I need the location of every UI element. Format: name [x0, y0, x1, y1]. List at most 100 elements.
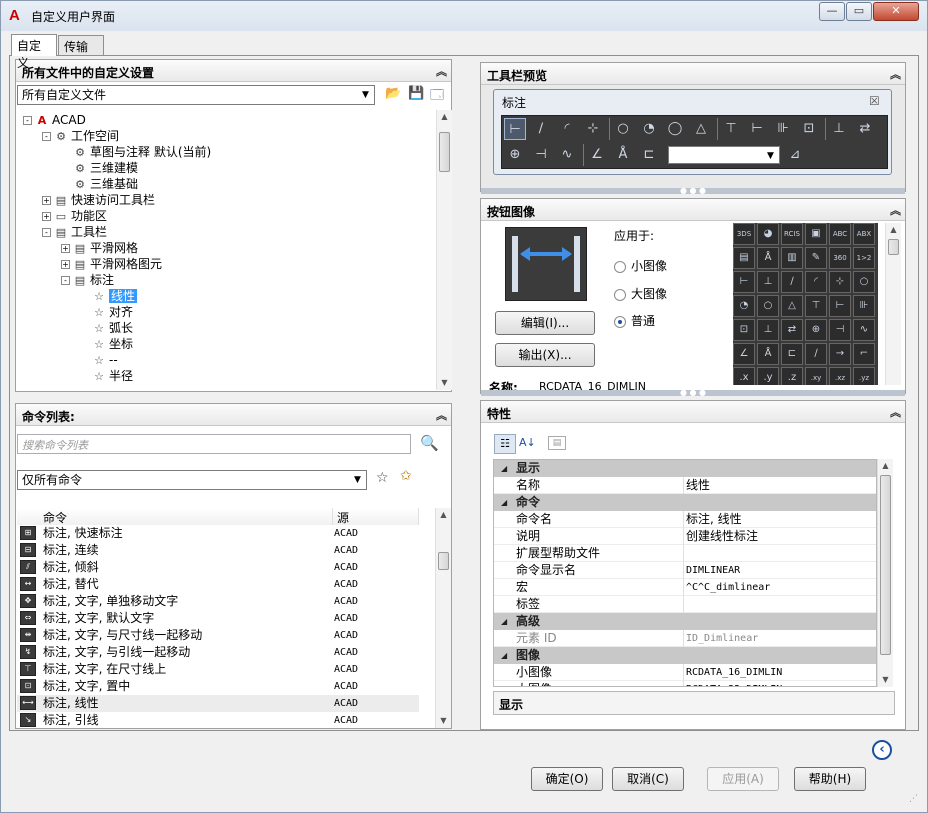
property-category[interactable]: ◢ 图像 [494, 647, 876, 664]
image-thumbnail-icon[interactable]: 1>2 [853, 247, 875, 269]
save-icon[interactable]: 💾 [408, 86, 424, 101]
scroll-up-arrow-icon[interactable]: ▲ [878, 459, 893, 473]
command-row[interactable]: ⇔ 标注, 文字, 默认文字 ACAD [17, 610, 419, 627]
toolbar-tool-icon[interactable]: ⇄ [854, 118, 876, 140]
image-thumbnail-icon[interactable]: ◜ [805, 271, 827, 293]
image-thumbnail-icon[interactable]: Å [757, 343, 779, 365]
property-row[interactable]: 标签 [494, 596, 876, 613]
image-thumbnail-icon[interactable]: ▤ [733, 247, 755, 269]
tree-item[interactable]: ☆ 半径 [80, 368, 133, 382]
image-thumbnail-icon[interactable]: ⊥ [757, 319, 779, 341]
new-command-icon[interactable]: ✩ [400, 468, 412, 484]
property-scrollbar[interactable]: ▲ ▼ [877, 459, 893, 687]
property-pages-icon[interactable]: ▤ [548, 436, 566, 450]
image-thumbnail-icon[interactable]: .y [757, 367, 779, 385]
expand-node-icon[interactable]: + [42, 212, 51, 221]
tree-item[interactable]: ⚙ 三维基础 [61, 176, 138, 192]
property-value[interactable]: RCDATA_16_DIMLIN [683, 664, 876, 681]
command-scrollbar[interactable]: ▲ ▼ [435, 508, 451, 728]
property-row[interactable]: 扩展型帮助文件 [494, 545, 876, 562]
image-thumbnail-icon[interactable]: ⊥ [757, 271, 779, 293]
command-row[interactable]: ↔ 标注, 替代 ACAD [17, 576, 419, 593]
customization-file-select[interactable]: 所有自定义文件 ▼ [17, 85, 375, 105]
image-thumbnail-icon[interactable]: ○ [757, 295, 779, 317]
property-value[interactable] [683, 545, 876, 562]
tab-customize[interactable]: 自定义 [11, 34, 57, 70]
large-image-radio[interactable]: 大图像 [614, 285, 667, 302]
tab-transfer[interactable]: 传输 [58, 35, 104, 55]
scroll-up-arrow-icon[interactable]: ▲ [886, 223, 901, 237]
toolbar-tool-icon[interactable]: ⊏ [638, 144, 660, 166]
dim-style-icon[interactable]: ⊿ [784, 144, 806, 166]
expand-node-icon[interactable]: + [42, 196, 51, 205]
property-row[interactable]: 小图像 RCDATA_16_DIMLIN [494, 664, 876, 681]
command-row[interactable]: ⊤ 标注, 文字, 在尺寸线上 ACAD [17, 661, 419, 678]
property-category[interactable]: ◢ 高级 [494, 613, 876, 630]
image-gallery[interactable]: 3DS ◕ RCIS ▣ ABC ABX ▤ Å ▥ ✎ 360 1>2 ⊢ ⊥ ∕ ◜ ⊹ ○ ◔ ○ △ ⊤ ⊢ ⊪ ⊡ ⊥ ⇄… [733, 223, 878, 385]
small-image-radio[interactable]: 小图像 [614, 257, 667, 274]
property-value[interactable]: RCDATA_32_DIMLIN [683, 681, 876, 686]
collapse-category-icon[interactable]: ◢ [501, 494, 507, 511]
image-thumbnail-icon[interactable]: ⊡ [733, 319, 755, 341]
tree-item[interactable]: ☆ 线性 [80, 288, 138, 304]
scroll-thumb[interactable] [888, 239, 899, 255]
tree-item[interactable]: ☆ 弧长 [80, 320, 133, 336]
image-thumbnail-icon[interactable]: ⊤ [805, 295, 827, 317]
command-row[interactable]: ⊞ 标注, 快速标注 ACAD [17, 525, 419, 542]
property-row[interactable]: 大图像RCDATA_32_DIMLIN [494, 681, 876, 686]
toolbar-tool-icon[interactable]: △ [690, 118, 712, 140]
property-row[interactable]: 名称 线性 [494, 477, 876, 494]
scroll-down-arrow-icon[interactable]: ▼ [878, 673, 893, 687]
splitter-handle[interactable]: ● ● ● [481, 389, 905, 397]
image-thumbnail-icon[interactable]: ✎ [805, 247, 827, 269]
property-row[interactable]: 宏 ^C^C_dimlinear [494, 579, 876, 596]
property-value[interactable]: ^C^C_dimlinear [683, 579, 876, 596]
image-thumbnail-icon[interactable]: .z [781, 367, 803, 385]
toolbar-tool-icon[interactable]: ⊕ [504, 144, 526, 166]
scroll-thumb[interactable] [880, 475, 891, 655]
command-row[interactable]: ⊟ 标注, 连续 ACAD [17, 542, 419, 559]
column-header-command[interactable]: 命令 [17, 508, 333, 525]
image-thumbnail-icon[interactable]: ⌐ [853, 343, 875, 365]
resize-grip-icon[interactable]: ⋰ [909, 794, 918, 804]
tree-item[interactable]: + ▤ 快速访问工具栏 [42, 192, 155, 208]
property-category[interactable]: ◢ 显示 [494, 460, 876, 477]
collapse-chevron-icon[interactable]: ︽ [890, 66, 901, 82]
image-thumbnail-icon[interactable]: ⊢ [829, 295, 851, 317]
image-thumbnail-icon[interactable]: ◔ [733, 295, 755, 317]
tree-item[interactable]: - ▤ 工具栏 [42, 224, 107, 240]
tree-item[interactable]: + ▭ 功能区 [42, 208, 107, 224]
toolbar-tool-icon[interactable]: ◔ [638, 118, 660, 140]
collapse-category-icon[interactable]: ◢ [501, 647, 507, 664]
property-value[interactable]: 线性 [683, 477, 876, 494]
command-search-input[interactable]: 搜索命令列表 [17, 434, 411, 454]
toolbar-tool-icon[interactable]: ○ [612, 118, 634, 140]
tree-item[interactable]: - ⚙ 工作空间 [42, 128, 119, 144]
scroll-down-arrow-icon[interactable]: ▼ [436, 714, 451, 728]
search-icon[interactable]: 🔍 [420, 434, 439, 452]
normal-image-radio[interactable]: 普通 [614, 312, 655, 329]
property-row[interactable]: 命令显示名 DIMLINEAR [494, 562, 876, 579]
image-thumbnail-icon[interactable]: ○ [853, 271, 875, 293]
tree-item[interactable]: - ▤ 标注 [61, 272, 114, 288]
toolbar-tool-icon[interactable]: Å [612, 144, 634, 166]
image-thumbnail-icon[interactable]: .x [733, 367, 755, 385]
expand-node-icon[interactable]: + [61, 244, 70, 253]
sort-alphabetical-icon[interactable]: A↓ [519, 434, 536, 452]
image-thumbnail-icon[interactable]: △ [781, 295, 803, 317]
image-thumbnail-icon[interactable]: .xz [829, 367, 851, 385]
property-value[interactable] [683, 596, 876, 613]
image-thumbnail-icon[interactable]: ⊣ [829, 319, 851, 341]
image-thumbnail-icon[interactable]: RCIS [781, 223, 803, 245]
apply-button[interactable]: 应用(A) [707, 767, 779, 791]
toolbar-tool-icon[interactable]: ⊡ [798, 118, 820, 140]
image-thumbnail-icon[interactable]: .xy [805, 367, 827, 385]
toolbar-tool-icon[interactable]: ∕ [530, 118, 552, 140]
tree-scrollbar[interactable]: ▲ ▼ [436, 110, 452, 390]
toolbar-tool-icon[interactable]: ⊥ [828, 118, 850, 140]
collapse-category-icon[interactable]: ◢ [501, 613, 507, 630]
image-thumbnail-icon[interactable]: ABX [853, 223, 875, 245]
image-thumbnail-icon[interactable]: ▣ [805, 223, 827, 245]
property-value[interactable]: 标注, 线性 [683, 511, 876, 528]
property-value[interactable]: 创建线性标注 [683, 528, 876, 545]
